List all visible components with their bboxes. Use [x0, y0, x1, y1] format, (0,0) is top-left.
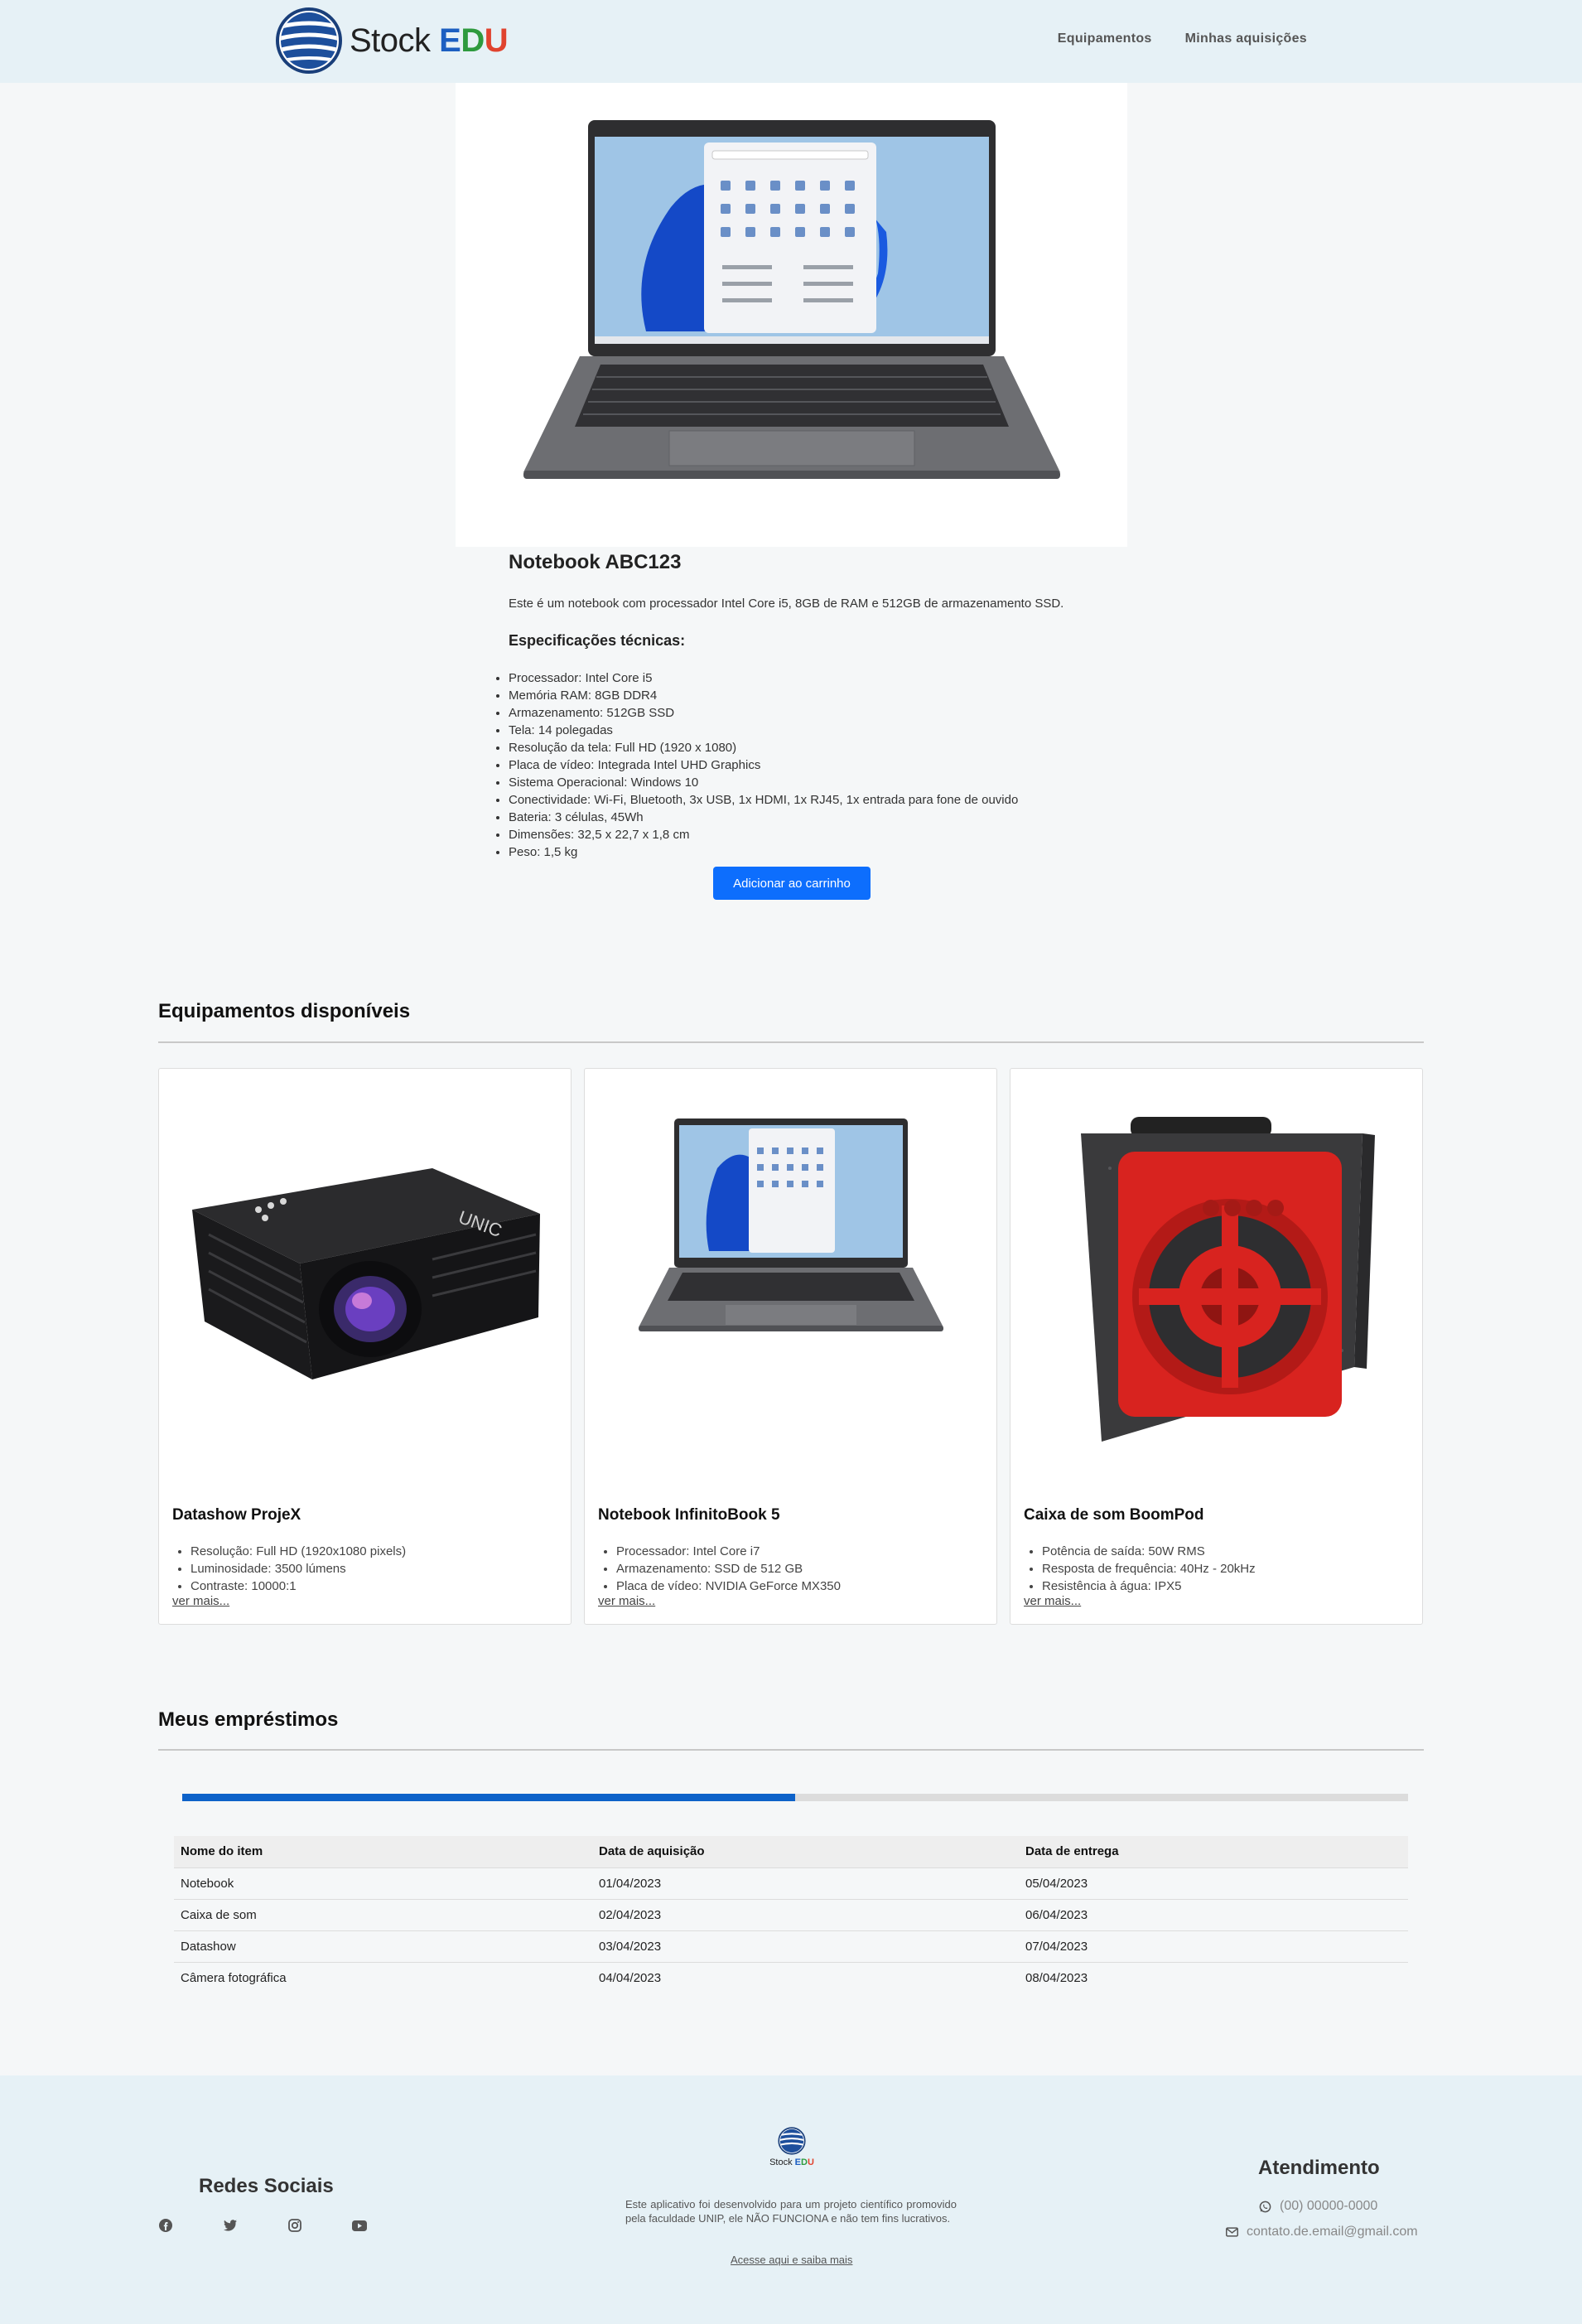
facebook-icon[interactable] — [158, 2218, 173, 2233]
footer-brand-name: Stock EDU — [769, 2157, 814, 2167]
card-feature: Armazenamento: SSD de 512 GB — [616, 1560, 841, 1578]
spec-item: Peso: 1,5 kg — [509, 843, 1105, 861]
item-name-cell: Câmera fotográfica — [174, 1961, 592, 1993]
nav-minhas-aquisicoes[interactable]: Minhas aquisições — [1185, 31, 1307, 46]
globe-logo-icon — [778, 2127, 806, 2155]
loans-table: Nome do item Data de aquisição Data de e… — [174, 1836, 1408, 1993]
equipments-divider — [158, 1041, 1424, 1043]
card-feature: Resposta de frequência: 40Hz - 20kHz — [1042, 1560, 1256, 1578]
site-header: Stock EDU Equipamentos Minhas aquisições — [0, 0, 1582, 83]
equipment-card[interactable]: Notebook InfinitoBook 5 Processador: Int… — [584, 1068, 997, 1625]
card-feature: Contraste: 10000:1 — [191, 1578, 406, 1595]
table-row: Datashow 03/04/2023 07/04/2023 — [174, 1930, 1408, 1962]
envelope-icon — [1226, 2227, 1238, 2237]
card-feature: Placa de vídeo: NVIDIA GeForce MX350 — [616, 1578, 841, 1595]
equipments-title: Equipamentos disponíveis — [158, 1000, 411, 1022]
item-name-cell: Datashow — [174, 1930, 592, 1962]
contact-phone[interactable]: (00) 00000-0000 — [1259, 2199, 1377, 2214]
spec-item: Armazenamento: 512GB SSD — [509, 704, 1105, 722]
spec-item: Placa de vídeo: Integrada Intel UHD Grap… — [509, 756, 1105, 774]
laptop-image — [523, 120, 1060, 479]
column-header: Data de aquisição — [592, 1836, 1019, 1867]
product-info: Notebook ABC123 Este é um notebook com p… — [509, 547, 1105, 861]
acquisition-date-cell: 04/04/2023 — [592, 1961, 1019, 1993]
footer-description: Este aplicativo foi desenvolvido para um… — [625, 2198, 957, 2225]
card-features: Potência de saída: 50W RMS Resposta de f… — [1042, 1543, 1256, 1595]
return-date-cell: 06/04/2023 — [1019, 1898, 1408, 1930]
table-row: Câmera fotográfica 04/04/2023 08/04/2023 — [174, 1961, 1408, 1993]
acquisition-date-cell: 01/04/2023 — [592, 1867, 1019, 1899]
youtube-icon[interactable] — [352, 2218, 367, 2233]
contact-title: Atendimento — [1258, 2157, 1380, 2179]
loan-progress-bar — [182, 1794, 1408, 1801]
spec-list: Processador: Intel Core i5 Memória RAM: … — [497, 669, 1105, 861]
nav-equipamentos[interactable]: Equipamentos — [1058, 31, 1152, 46]
spec-title: Especificações técnicas: — [509, 632, 686, 649]
product-title: Notebook ABC123 — [509, 551, 682, 573]
column-header: Data de entrega — [1019, 1836, 1408, 1867]
brand-name: Stock EDU — [350, 22, 509, 59]
see-more-link[interactable]: ver mais... — [598, 1594, 655, 1608]
acquisition-date-cell: 02/04/2023 — [592, 1898, 1019, 1930]
return-date-cell: 07/04/2023 — [1019, 1930, 1408, 1962]
spec-item: Resolução da tela: Full HD (1920 x 1080) — [509, 739, 1105, 756]
card-features: Resolução: Full HD (1920x1080 pixels) Lu… — [191, 1543, 406, 1595]
social-title: Redes Sociais — [199, 2175, 334, 2197]
loans-title: Meus empréstimos — [158, 1708, 339, 1731]
card-feature: Processador: Intel Core i7 — [616, 1543, 841, 1560]
laptop-image — [585, 1069, 996, 1483]
globe-logo-icon — [276, 7, 342, 74]
equipment-card[interactable]: Caixa de som BoomPod Potência de saída: … — [1010, 1068, 1423, 1625]
whatsapp-icon — [1259, 2201, 1271, 2212]
add-to-cart-button[interactable]: Adicionar ao carrinho — [713, 867, 871, 900]
spec-item: Tela: 14 polegadas — [509, 722, 1105, 739]
item-name-cell: Notebook — [174, 1867, 592, 1899]
phone-text: (00) 00000-0000 — [1280, 2199, 1378, 2213]
card-feature: Luminosidade: 3500 lúmens — [191, 1560, 406, 1578]
email-text: contato.de.email@gmail.com — [1247, 2225, 1418, 2239]
contact-email[interactable]: contato.de.email@gmail.com — [1226, 2225, 1418, 2239]
brand-logo[interactable]: Stock EDU — [275, 7, 509, 75]
table-row: Notebook 01/04/2023 05/04/2023 — [174, 1867, 1408, 1899]
acquisition-date-cell: 03/04/2023 — [592, 1930, 1019, 1962]
spec-item: Memória RAM: 8GB DDR4 — [509, 687, 1105, 704]
instagram-icon[interactable] — [287, 2218, 302, 2233]
card-feature: Resistência à água: IPX5 — [1042, 1578, 1256, 1595]
social-icons — [158, 2218, 367, 2233]
table-row: Caixa de som 02/04/2023 06/04/2023 — [174, 1898, 1408, 1930]
footer-logo[interactable]: Stock EDU — [765, 2127, 818, 2167]
loans-divider — [158, 1749, 1424, 1751]
site-footer: Redes Sociais Stock EDU Este aplicativo — [0, 2075, 1582, 2324]
item-name-cell: Caixa de som — [174, 1898, 592, 1930]
return-date-cell: 05/04/2023 — [1019, 1867, 1408, 1899]
speaker-image — [1010, 1069, 1422, 1483]
card-title: Datashow ProjeX — [172, 1506, 301, 1524]
spec-item: Dimensões: 32,5 x 22,7 x 1,8 cm — [509, 826, 1105, 843]
spec-item: Conectividade: Wi-Fi, Bluetooth, 3x USB,… — [509, 791, 1105, 809]
card-feature: Potência de saída: 50W RMS — [1042, 1543, 1256, 1560]
loan-progress-fill — [182, 1794, 795, 1801]
spec-item: Processador: Intel Core i5 — [509, 669, 1105, 687]
card-feature: Resolução: Full HD (1920x1080 pixels) — [191, 1543, 406, 1560]
card-title: Notebook InfinitoBook 5 — [598, 1506, 780, 1524]
learn-more-link[interactable]: Acesse aqui e saiba mais — [731, 2254, 852, 2266]
main-nav: Equipamentos Minhas aquisições — [1058, 31, 1307, 46]
see-more-link[interactable]: ver mais... — [172, 1594, 229, 1608]
table-header-row: Nome do item Data de aquisição Data de e… — [174, 1836, 1408, 1867]
card-features: Processador: Intel Core i7 Armazenamento… — [616, 1543, 841, 1595]
projector-image: UNIC — [159, 1069, 571, 1483]
equipment-card[interactable]: UNIC Datashow ProjeX Resolução: Full HD … — [158, 1068, 572, 1625]
card-title: Caixa de som BoomPod — [1024, 1506, 1204, 1524]
spec-item: Sistema Operacional: Windows 10 — [509, 774, 1105, 791]
product-image — [456, 83, 1127, 547]
column-header: Nome do item — [174, 1836, 592, 1867]
product-description: Este é um notebook com processador Intel… — [509, 597, 1064, 611]
twitter-icon[interactable] — [223, 2218, 238, 2233]
see-more-link[interactable]: ver mais... — [1024, 1594, 1081, 1608]
return-date-cell: 08/04/2023 — [1019, 1961, 1408, 1993]
spec-item: Bateria: 3 células, 45Wh — [509, 809, 1105, 826]
